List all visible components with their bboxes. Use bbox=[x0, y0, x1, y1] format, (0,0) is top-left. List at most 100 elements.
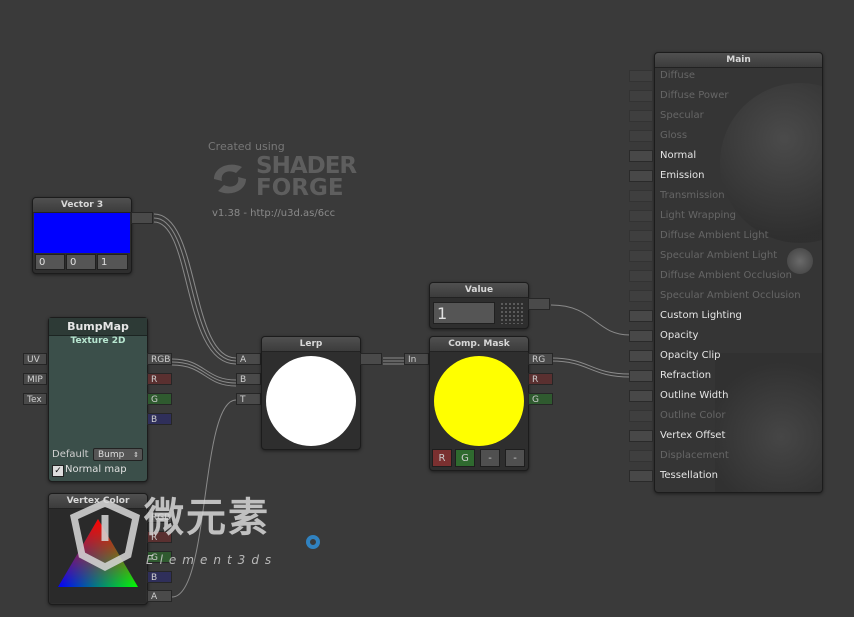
main-input-label: Outline Color bbox=[660, 410, 726, 421]
main-socket[interactable] bbox=[629, 110, 653, 122]
channel-r-button[interactable]: R bbox=[432, 449, 452, 467]
main-input-specular-ambient-light[interactable]: Specular Ambient Light bbox=[629, 246, 829, 266]
main-input-label: Normal bbox=[660, 150, 697, 161]
main-input-label: Diffuse Ambient Occlusion bbox=[660, 270, 792, 281]
main-input-light-wrapping[interactable]: Light Wrapping bbox=[629, 206, 829, 226]
main-input-specular-ambient-occlusion[interactable]: Specular Ambient Occlusion bbox=[629, 286, 829, 306]
main-input-label: Diffuse Power bbox=[660, 90, 729, 101]
channel-a-button[interactable]: - bbox=[505, 449, 525, 467]
main-input-label: Gloss bbox=[660, 130, 688, 141]
comp-mask-r-output[interactable]: R bbox=[528, 373, 553, 385]
comp-mask-g-output[interactable]: G bbox=[528, 393, 553, 405]
main-input-diffuse-ambient-occlusion[interactable]: Diffuse Ambient Occlusion bbox=[629, 266, 829, 286]
vector3-output-port[interactable] bbox=[131, 212, 153, 224]
main-socket[interactable] bbox=[629, 430, 653, 442]
watermark-logo-icon bbox=[69, 499, 141, 571]
main-socket[interactable] bbox=[629, 370, 653, 382]
value-title: Value bbox=[430, 283, 528, 298]
main-input-label: Emission bbox=[660, 170, 705, 181]
main-input-opacity[interactable]: Opacity bbox=[629, 326, 829, 346]
main-socket[interactable] bbox=[629, 390, 653, 402]
channel-g-button[interactable]: G bbox=[455, 449, 475, 467]
comp-mask-node[interactable]: Comp. Mask R G - - bbox=[429, 336, 529, 471]
vertex-color-a-output[interactable]: A bbox=[147, 590, 172, 602]
bumpmap-tex-input[interactable]: Tex bbox=[23, 393, 47, 405]
main-input-label: Opacity Clip bbox=[660, 350, 721, 361]
bumpmap-r-output[interactable]: R bbox=[147, 373, 172, 385]
main-socket[interactable] bbox=[629, 250, 653, 262]
value-node[interactable]: Value 1 bbox=[429, 282, 529, 329]
main-input-emission[interactable]: Emission bbox=[629, 166, 829, 186]
main-socket[interactable] bbox=[629, 450, 653, 462]
main-socket[interactable] bbox=[629, 210, 653, 222]
comp-mask-in-input[interactable]: In bbox=[404, 353, 429, 365]
main-input-transmission[interactable]: Transmission bbox=[629, 186, 829, 206]
value-grid-icon bbox=[500, 302, 524, 324]
main-input-label: Specular Ambient Occlusion bbox=[660, 290, 801, 301]
main-socket[interactable] bbox=[629, 470, 653, 482]
main-input-outline-color[interactable]: Outline Color bbox=[629, 406, 829, 426]
main-input-diffuse-power[interactable]: Diffuse Power bbox=[629, 86, 829, 106]
main-input-diffuse[interactable]: Diffuse bbox=[629, 66, 829, 86]
lerp-a-input[interactable]: A bbox=[236, 353, 261, 365]
lerp-t-input[interactable]: T bbox=[236, 393, 261, 405]
channel-b-button[interactable]: - bbox=[480, 449, 500, 467]
main-socket[interactable] bbox=[629, 410, 653, 422]
comp-mask-rg-output[interactable]: RG bbox=[528, 353, 553, 365]
main-socket[interactable] bbox=[629, 230, 653, 242]
logo-forge-text: FORGE bbox=[256, 175, 344, 201]
bumpmap-b-output[interactable]: B bbox=[147, 413, 172, 425]
bumpmap-default-value: Bump bbox=[98, 450, 125, 460]
main-input-label: Refraction bbox=[660, 370, 712, 381]
main-input-label: Vertex Offset bbox=[660, 430, 726, 441]
main-input-tessellation[interactable]: Tessellation bbox=[629, 466, 829, 486]
main-input-gloss[interactable]: Gloss bbox=[629, 126, 829, 146]
main-input-custom-lighting[interactable]: Custom Lighting bbox=[629, 306, 829, 326]
vector3-node[interactable]: Vector 3 0 0 1 bbox=[32, 197, 132, 274]
main-socket[interactable] bbox=[629, 70, 653, 82]
main-input-label: Specular bbox=[660, 110, 704, 121]
bumpmap-node[interactable]: BumpMap Texture 2D Default Bump ⇕ ✓ Norm… bbox=[48, 317, 148, 482]
main-socket[interactable] bbox=[629, 130, 653, 142]
main-socket[interactable] bbox=[629, 170, 653, 182]
main-input-displacement[interactable]: Displacement bbox=[629, 446, 829, 466]
bumpmap-uv-input[interactable]: UV bbox=[23, 353, 47, 365]
value-output-port[interactable] bbox=[528, 298, 550, 310]
vector3-x-field[interactable]: 0 bbox=[35, 254, 65, 270]
main-input-vertex-offset[interactable]: Vertex Offset bbox=[629, 426, 829, 446]
watermark-text-cn: 微元素 bbox=[144, 495, 270, 541]
main-socket[interactable] bbox=[629, 150, 653, 162]
main-input-outline-width[interactable]: Outline Width bbox=[629, 386, 829, 406]
main-socket[interactable] bbox=[629, 330, 653, 342]
shader-forge-logo: Created using SHADER FORGE v1.38 - http:… bbox=[208, 140, 378, 220]
lerp-output-port[interactable] bbox=[360, 353, 382, 365]
watermark-dot-icon bbox=[306, 535, 320, 549]
lerp-b-input[interactable]: B bbox=[236, 373, 261, 385]
watermark-text-en: Element3ds bbox=[146, 553, 278, 567]
bumpmap-default-dropdown[interactable]: Bump ⇕ bbox=[93, 448, 143, 461]
main-socket[interactable] bbox=[629, 190, 653, 202]
vector3-z-field[interactable]: 1 bbox=[97, 254, 128, 270]
main-input-opacity-clip[interactable]: Opacity Clip bbox=[629, 346, 829, 366]
bumpmap-g-output[interactable]: G bbox=[147, 393, 172, 405]
main-input-specular[interactable]: Specular bbox=[629, 106, 829, 126]
main-input-normal[interactable]: Normal bbox=[629, 146, 829, 166]
main-input-label: Opacity bbox=[660, 330, 699, 341]
main-input-diffuse-ambient-light[interactable]: Diffuse Ambient Light bbox=[629, 226, 829, 246]
normal-map-checkbox[interactable]: ✓ bbox=[52, 465, 64, 477]
dropdown-arrows-icon: ⇕ bbox=[133, 451, 139, 459]
bumpmap-rgb-output[interactable]: RGB bbox=[147, 353, 172, 365]
lerp-node[interactable]: Lerp bbox=[261, 336, 361, 450]
main-socket[interactable] bbox=[629, 350, 653, 362]
main-socket[interactable] bbox=[629, 290, 653, 302]
main-socket[interactable] bbox=[629, 90, 653, 102]
main-socket[interactable] bbox=[629, 310, 653, 322]
bumpmap-mip-input[interactable]: MIP bbox=[23, 373, 47, 385]
comp-mask-title: Comp. Mask bbox=[430, 337, 528, 352]
main-input-label: Outline Width bbox=[660, 390, 729, 401]
main-input-label: Light Wrapping bbox=[660, 210, 736, 221]
vector3-y-field[interactable]: 0 bbox=[66, 254, 96, 270]
value-input-field[interactable]: 1 bbox=[433, 302, 495, 324]
main-input-refraction[interactable]: Refraction bbox=[629, 366, 829, 386]
main-socket[interactable] bbox=[629, 270, 653, 282]
